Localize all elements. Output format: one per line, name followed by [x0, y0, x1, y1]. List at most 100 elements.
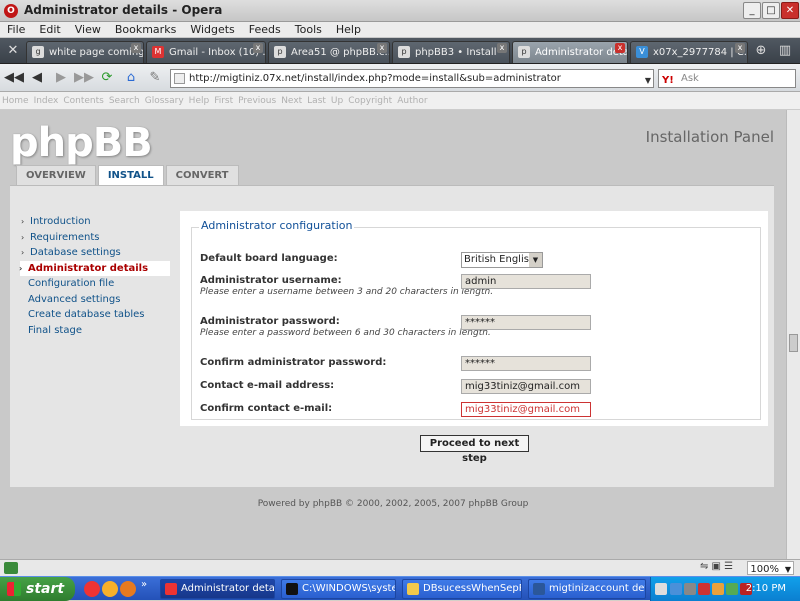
chrome-quicklaunch-icon[interactable] [102, 581, 118, 597]
linkbar-search[interactable]: Search [107, 92, 143, 110]
minimize-button[interactable]: _ [743, 2, 761, 19]
speaker-icon[interactable] [684, 583, 696, 595]
linkbar-glossary[interactable]: Glossary [143, 92, 187, 110]
linkbar-index[interactable]: Index [32, 92, 62, 110]
maximize-button[interactable]: □ [762, 2, 780, 19]
tray-expand-icon[interactable] [655, 583, 667, 595]
taskbar-cmd[interactable]: C:\WINDOWS\syste... [281, 579, 396, 599]
browser-tab-active[interactable]: pAdministrator detailsx [512, 41, 628, 63]
menu-tools[interactable]: Tools [288, 22, 329, 38]
vertical-scrollbar[interactable] [786, 110, 800, 559]
close-button[interactable]: ✕ [781, 2, 799, 19]
password-input[interactable]: ****** [461, 315, 591, 330]
language-select[interactable]: British English ▼ [461, 252, 543, 268]
search-input[interactable]: Y! Ask [658, 69, 796, 88]
tab-close-icon[interactable]: x [497, 43, 507, 53]
browser-tab[interactable]: p phpBB3 • Install x [392, 41, 510, 63]
linkbar-last[interactable]: Last [305, 92, 329, 110]
browser-tab[interactable]: Vx07x_2977784 | C... x [630, 41, 748, 63]
opera-quicklaunch-icon[interactable] [84, 581, 100, 597]
back-icon[interactable]: ◀ [28, 69, 46, 87]
linkbar-up[interactable]: Up [329, 92, 346, 110]
chevron-down-icon[interactable]: ▼ [645, 72, 651, 89]
tab-overview[interactable]: OVERVIEW [16, 165, 96, 185]
proceed-button[interactable]: Proceed to next step [420, 435, 529, 464]
confirm-email-input[interactable]: mig33tiniz@gmail.com [461, 402, 591, 417]
menu-widgets[interactable]: Widgets [183, 22, 241, 38]
step-label: Administrator details [28, 262, 149, 274]
linkbar-copyright[interactable]: Copyright [346, 92, 395, 110]
fast-forward-icon[interactable]: ▶▶ [74, 69, 94, 87]
confirm-password-label: Confirm administrator password: [200, 357, 387, 368]
password-label-text: Administrator password: [200, 316, 340, 327]
browser-tab[interactable]: M Gmail - Inbox (10) ... x [146, 41, 266, 63]
firefox-quicklaunch-icon[interactable] [120, 581, 136, 597]
phpbb-icon: p [518, 46, 530, 58]
browser-tab[interactable]: g white page coming ...x [26, 41, 144, 63]
menu-edit[interactable]: Edit [32, 22, 67, 38]
step-create-database-tables[interactable]: Create database tables [20, 307, 170, 323]
antivirus-icon[interactable] [698, 583, 710, 595]
phpbb-logo[interactable]: phpBB [10, 120, 153, 166]
browser-tab[interactable]: p Area51 @ phpBB.c... x [268, 41, 390, 63]
clock[interactable]: 2:10 PM [746, 577, 786, 601]
scrollbar-thumb[interactable] [789, 334, 798, 352]
linkbar-contents[interactable]: Contents [61, 92, 106, 110]
update-icon[interactable] [726, 583, 738, 595]
step-database-settings[interactable]: › Database settings [20, 245, 170, 261]
word-icon [533, 583, 545, 595]
taskbar-image[interactable]: DBsucessWhenSepPr... [402, 579, 522, 599]
step-introduction[interactable]: › Introduction [20, 214, 170, 230]
new-tab-icon[interactable]: ⊕ [752, 42, 770, 60]
quicklaunch-overflow-icon[interactable]: » [141, 579, 147, 590]
tab-close-icon[interactable]: x [131, 43, 141, 53]
step-final-stage[interactable]: Final stage [20, 323, 170, 339]
linkbar-home[interactable]: Home [0, 92, 32, 110]
console-icon [286, 583, 298, 595]
email-input[interactable]: mig33tiniz@gmail.com [461, 379, 591, 394]
rewind-icon[interactable]: ◀◀ [4, 69, 24, 87]
tab-close-icon[interactable]: x [615, 43, 625, 53]
step-administrator-details[interactable]: › Administrator details [19, 260, 170, 276]
linkbar-next[interactable]: Next [279, 92, 305, 110]
tab-label: white page coming ... [49, 47, 144, 58]
menu-file[interactable]: File [0, 22, 32, 38]
linkbar-help[interactable]: Help [187, 92, 213, 110]
tab-convert[interactable]: CONVERT [165, 165, 239, 185]
menu-view[interactable]: View [68, 22, 108, 38]
security-icon[interactable] [712, 583, 724, 595]
menu-feeds[interactable]: Feeds [242, 22, 288, 38]
step-requirements[interactable]: › Requirements [20, 230, 170, 246]
step-advanced-settings[interactable]: Advanced settings [20, 292, 170, 308]
network-icon[interactable] [670, 583, 682, 595]
start-button[interactable]: start [0, 577, 75, 601]
tab-close-icon[interactable]: x [735, 43, 745, 53]
linkbar-previous[interactable]: Previous [236, 92, 279, 110]
address-bar[interactable]: http://migtiniz.07x.net/install/index.ph… [170, 69, 654, 88]
tab-label: x07x_2977784 | C... [653, 47, 748, 58]
linkbar-first[interactable]: First [212, 92, 236, 110]
forward-icon[interactable]: ▶ [52, 69, 70, 87]
reload-icon[interactable]: ⟳ [98, 69, 116, 87]
taskbar-opera[interactable]: Administrator details ... [160, 579, 275, 599]
tab-install[interactable]: INSTALL [97, 165, 164, 185]
menu-bookmarks[interactable]: Bookmarks [108, 22, 183, 38]
tools-menu-icon[interactable]: ✕ [4, 42, 22, 60]
phpbb-icon: p [274, 46, 286, 58]
trash-icon[interactable]: ▥ [776, 42, 794, 60]
step-label: Requirements [30, 231, 100, 243]
tab-close-icon[interactable]: x [253, 43, 263, 53]
confirm-password-input[interactable]: ****** [461, 356, 591, 371]
home-icon[interactable]: ⌂ [122, 69, 140, 87]
edit-icon[interactable]: ✎ [146, 69, 164, 87]
username-input[interactable]: admin [461, 274, 591, 289]
step-configuration-file[interactable]: Configuration file [20, 276, 170, 292]
zoom-select[interactable]: 100% ▼ [747, 561, 794, 575]
browser-tabbar: ✕ gwhite page coming ...x MGmail - Inbox… [0, 38, 800, 64]
menu-help[interactable]: Help [329, 22, 368, 38]
taskbar-word[interactable]: migtinizaccount detail... [528, 579, 646, 599]
linkbar-author[interactable]: Author [395, 92, 430, 110]
opera-unite-icon[interactable] [4, 562, 18, 574]
tab-close-icon[interactable]: x [377, 43, 387, 53]
phpbb-icon: p [398, 46, 410, 58]
